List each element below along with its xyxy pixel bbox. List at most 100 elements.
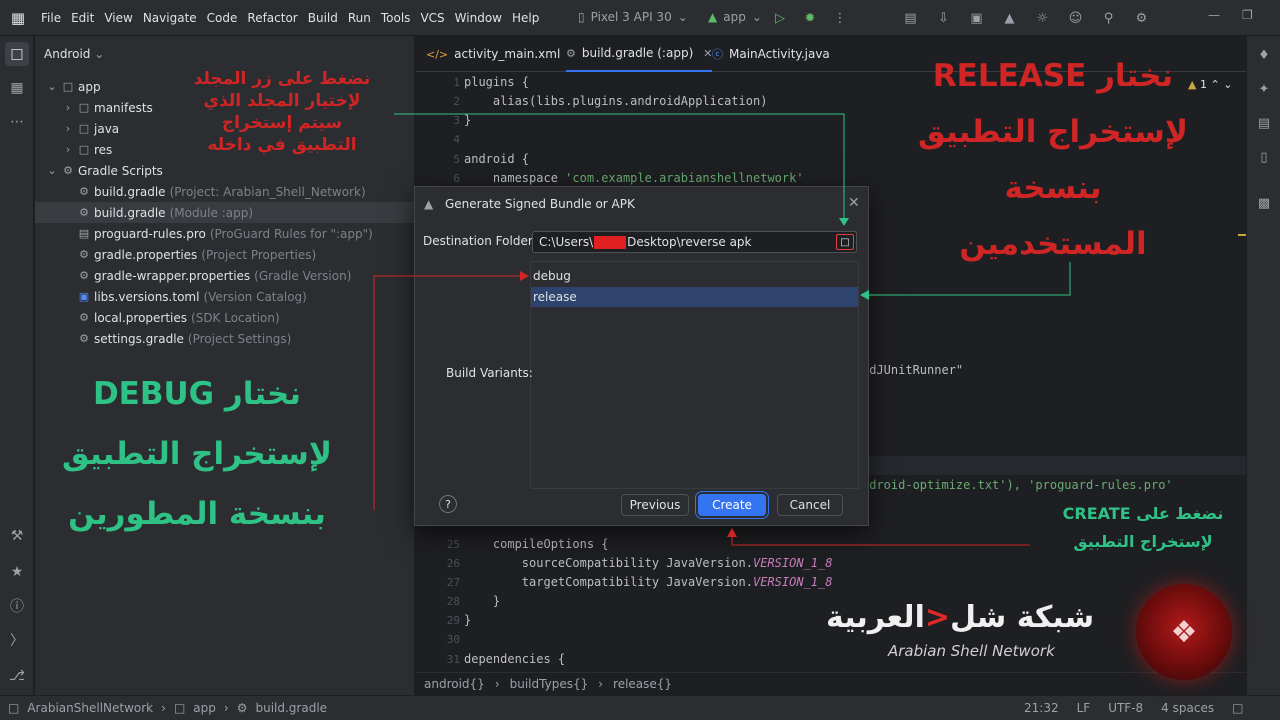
more-icon[interactable]: ⋮ bbox=[830, 8, 850, 28]
problems-icon[interactable]: ⓘ bbox=[5, 594, 29, 618]
resource-manager-icon[interactable]: ▦ bbox=[5, 76, 29, 100]
logcat-icon[interactable]: ★ bbox=[5, 560, 29, 584]
tree-item-label: manifests bbox=[94, 100, 153, 115]
tree-item-local-properties[interactable]: ⚙ local.properties (SDK Location) bbox=[35, 307, 415, 328]
menu-file[interactable]: File bbox=[36, 11, 66, 25]
terminal-icon[interactable]: 〉 bbox=[5, 628, 29, 652]
project-view-selector[interactable]: Android ⌄ bbox=[44, 47, 104, 61]
chevron-right-icon[interactable]: › bbox=[61, 143, 75, 156]
git-icon[interactable]: ⎇ bbox=[5, 664, 29, 688]
menu-refactor[interactable]: Refactor bbox=[242, 11, 302, 25]
right-toolbar: ▤ ⇩ ▣ ▲ ☼ ☺ ⚲ ⚙ bbox=[900, 8, 1152, 28]
more-tools-icon[interactable]: ⋯ bbox=[5, 110, 29, 134]
breadcrumb-item[interactable]: buildTypes{} bbox=[510, 677, 589, 691]
line-number: 27 bbox=[446, 576, 460, 589]
code-line: } bbox=[464, 613, 472, 627]
right-tool-strip: ♦ ✦ ▤ ▯ ▩ bbox=[1246, 36, 1280, 695]
menu-navigate[interactable]: Navigate bbox=[138, 11, 202, 25]
gemini-icon[interactable]: ✦ bbox=[1253, 78, 1275, 100]
menu-vcs[interactable]: VCS bbox=[415, 11, 449, 25]
tree-item-proguard[interactable]: ▤ proguard-rules.pro (ProGuard Rules for… bbox=[35, 223, 415, 244]
breadcrumb-item[interactable]: android{} bbox=[424, 677, 485, 691]
project-tool-icon[interactable]: □ bbox=[5, 42, 29, 66]
device-manager-tool-icon[interactable]: ▯ bbox=[1253, 146, 1275, 168]
profile-icon[interactable]: ☺ bbox=[1065, 8, 1086, 28]
build-variants-icon[interactable]: ▣ bbox=[966, 8, 987, 28]
chevron-right-icon[interactable]: › bbox=[61, 101, 75, 114]
close-icon[interactable]: ✕ bbox=[848, 195, 860, 211]
variant-release[interactable]: release bbox=[531, 287, 858, 307]
minimize-icon[interactable]: — bbox=[1208, 8, 1220, 22]
tree-item-gradle-properties[interactable]: ⚙ gradle.properties (Project Properties) bbox=[35, 244, 415, 265]
caret-position[interactable]: 21:32 bbox=[1024, 701, 1059, 715]
code-line: compileOptions { bbox=[464, 537, 609, 551]
breadcrumb-item[interactable]: release{} bbox=[613, 677, 672, 691]
watermark-english: Arabian Shell Network bbox=[888, 642, 1055, 660]
search-icon[interactable]: ⚲ bbox=[1098, 8, 1119, 28]
menu-tools[interactable]: Tools bbox=[376, 11, 416, 25]
build-variants-list[interactable]: debug release bbox=[530, 261, 859, 489]
android-sdk-icon[interactable]: ▲ bbox=[999, 8, 1020, 28]
menu-build[interactable]: Build bbox=[303, 11, 343, 25]
file-icon: ▤ bbox=[78, 227, 90, 240]
chevron-right-icon[interactable]: › bbox=[61, 122, 75, 135]
phone-icon: ▯ bbox=[578, 10, 585, 24]
tree-item-libs-versions[interactable]: ▣ libs.versions.toml (Version Catalog) bbox=[35, 286, 415, 307]
folder-icon: □ bbox=[62, 80, 74, 93]
android-icon: ▲ bbox=[708, 10, 718, 24]
menu-view[interactable]: View bbox=[99, 11, 137, 25]
menu-window[interactable]: Window bbox=[450, 11, 507, 25]
run-config-selector[interactable]: ▲ app ⌄ bbox=[708, 10, 762, 24]
tree-item-build-gradle-project[interactable]: ⚙ build.gradle (Project: Arabian_Shell_N… bbox=[35, 181, 415, 202]
device-manager-icon[interactable]: ▤ bbox=[900, 8, 921, 28]
tab-build-gradle[interactable]: ⚙ build.gradle (:app) ✕ bbox=[566, 36, 713, 72]
gradle-tool-icon[interactable]: ▤ bbox=[1253, 112, 1275, 134]
device-mirror-icon[interactable]: ▩ bbox=[1253, 192, 1275, 214]
file-encoding[interactable]: UTF-8 bbox=[1108, 701, 1143, 715]
browse-folder-button[interactable]: □ bbox=[836, 234, 854, 250]
build-tool-icon[interactable]: ⚒ bbox=[5, 524, 29, 548]
gradle-sync-icon[interactable]: ☼ bbox=[1032, 8, 1053, 28]
cancel-button[interactable]: Cancel bbox=[777, 494, 843, 516]
create-button[interactable]: Create bbox=[698, 494, 766, 516]
previous-button[interactable]: Previous bbox=[621, 494, 689, 516]
notifications-icon[interactable]: ♦ bbox=[1253, 44, 1275, 66]
xml-file-icon: </> bbox=[426, 47, 449, 61]
menu-help[interactable]: Help bbox=[507, 11, 544, 25]
tab-main-activity[interactable]: ⓒ MainActivity.java bbox=[712, 36, 830, 72]
folder-icon: □ bbox=[840, 236, 850, 248]
sdk-manager-icon[interactable]: ⇩ bbox=[933, 8, 954, 28]
tree-item-settings-gradle[interactable]: ⚙ settings.gradle (Project Settings) bbox=[35, 328, 415, 349]
status-project[interactable]: ArabianShellNetwork bbox=[27, 701, 153, 715]
chevron-right-icon: › bbox=[161, 701, 166, 715]
restore-icon[interactable]: ❐ bbox=[1242, 8, 1253, 22]
destination-folder-input[interactable]: C:\Users\ Desktop\reverse apk □ bbox=[532, 231, 857, 253]
status-file[interactable]: build.gradle bbox=[255, 701, 327, 715]
tab-activity-main[interactable]: </> activity_main.xml bbox=[426, 36, 560, 72]
device-selector[interactable]: ▯ Pixel 3 API 30 ⌄ bbox=[578, 10, 688, 24]
gear-icon[interactable]: ⚙ bbox=[1131, 8, 1152, 28]
tree-item-build-gradle-module[interactable]: ⚙ build.gradle (Module :app) bbox=[35, 202, 415, 223]
tree-item-gradle-wrapper[interactable]: ⚙ gradle-wrapper.properties (Gradle Vers… bbox=[35, 265, 415, 286]
annotation-line: سيتم إستخراج bbox=[221, 113, 343, 133]
line-number: 30 bbox=[446, 633, 460, 646]
tree-item-gradle-scripts[interactable]: ⌄ ⚙ Gradle Scripts bbox=[35, 160, 415, 181]
chevron-down-icon[interactable]: ⌄ bbox=[45, 164, 59, 177]
code-text: sourceCompatibility JavaVersion. bbox=[464, 556, 753, 570]
run-icon[interactable]: ▷ bbox=[770, 8, 790, 28]
menu-run[interactable]: Run bbox=[343, 11, 376, 25]
help-button[interactable]: ? bbox=[439, 495, 457, 513]
android-studio-logo-icon[interactable]: ▦ bbox=[0, 0, 36, 36]
indent-setting[interactable]: 4 spaces bbox=[1161, 701, 1214, 715]
tree-item-label: res bbox=[94, 142, 113, 157]
status-right: 21:32 LF UTF-8 4 spaces □ bbox=[1024, 701, 1243, 715]
variant-debug[interactable]: debug bbox=[531, 266, 858, 286]
menu-code[interactable]: Code bbox=[202, 11, 243, 25]
status-module[interactable]: app bbox=[193, 701, 216, 715]
lock-icon[interactable]: □ bbox=[1232, 701, 1243, 715]
chevron-down-icon[interactable]: ⌄ bbox=[45, 80, 59, 93]
line-separator[interactable]: LF bbox=[1077, 701, 1091, 715]
debug-icon[interactable]: ✹ bbox=[800, 8, 820, 28]
menu-edit[interactable]: Edit bbox=[66, 11, 99, 25]
chevron-right-icon: › bbox=[598, 676, 604, 691]
